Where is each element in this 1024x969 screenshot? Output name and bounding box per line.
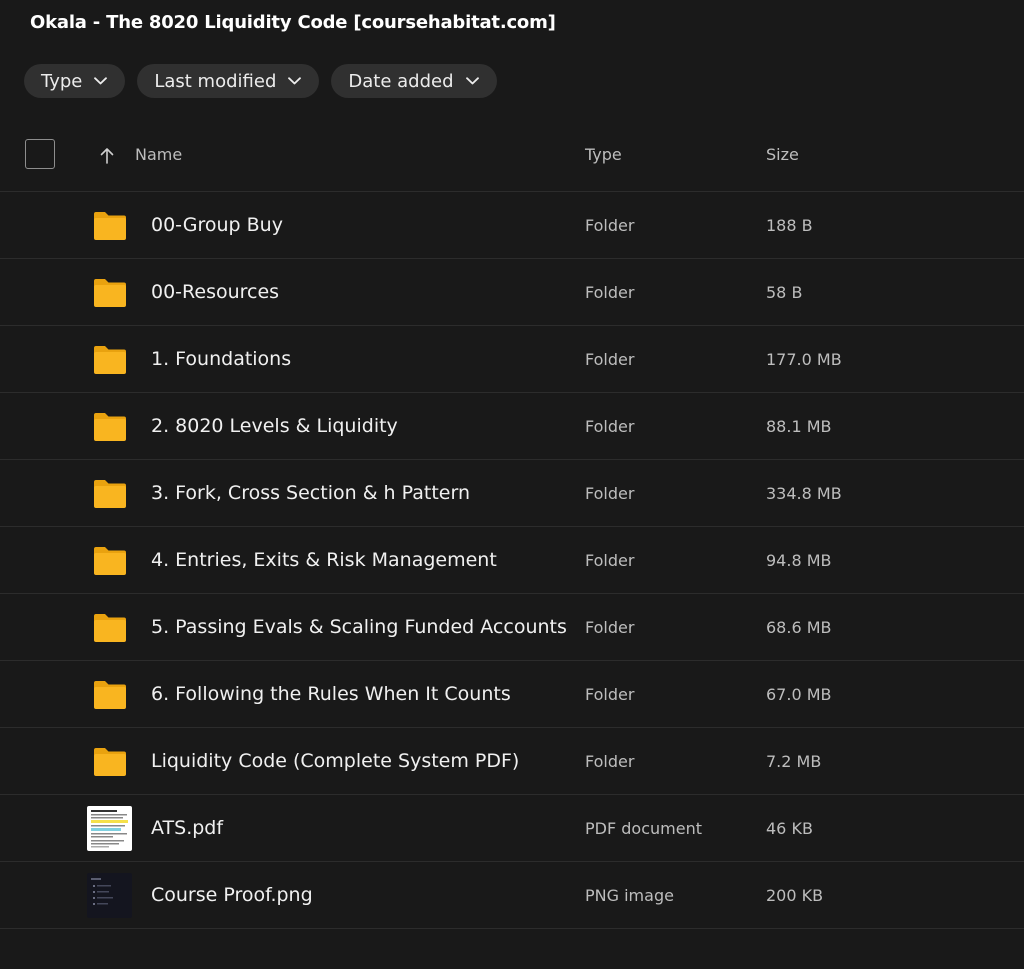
file-name: 4. Entries, Exits & Risk Management [151, 549, 497, 571]
file-row[interactable]: 00-Resources Folder 58 B [0, 259, 1024, 326]
png-thumbnail-icon [87, 873, 132, 918]
folder-icon [94, 413, 126, 441]
file-size: 94.8 MB [766, 551, 832, 570]
file-row[interactable]: 2. 8020 Levels & Liquidity Folder 88.1 M… [0, 393, 1024, 460]
last-modified-filter-button[interactable]: Last modified [137, 64, 320, 98]
file-type: Folder [585, 350, 635, 369]
file-name: 00-Resources [151, 281, 280, 303]
file-list: 00-Group Buy Folder 188 B 00-Resources F… [0, 192, 1024, 929]
file-row[interactable]: 3. Fork, Cross Section & h Pattern Folde… [0, 460, 1024, 527]
file-name: 00-Group Buy [151, 214, 283, 236]
file-name: 5. Passing Evals & Scaling Funded Accoun… [151, 616, 567, 638]
file-size: 334.8 MB [766, 484, 842, 503]
chevron-down-icon [465, 77, 479, 85]
last-modified-filter-label: Last modified [154, 70, 277, 92]
sort-ascending-arrow-icon[interactable] [99, 147, 115, 164]
file-name: 3. Fork, Cross Section & h Pattern [151, 482, 470, 504]
file-row[interactable]: ATS.pdf PDF document 46 KB [0, 795, 1024, 862]
size-column-header[interactable]: Size [766, 145, 799, 164]
file-row[interactable]: 5. Passing Evals & Scaling Funded Accoun… [0, 594, 1024, 661]
pdf-thumbnail-icon [87, 806, 132, 851]
name-column-header[interactable]: Name [135, 145, 182, 164]
file-type: Folder [585, 685, 635, 704]
file-size: 68.6 MB [766, 618, 832, 637]
type-filter-label: Type [41, 70, 83, 92]
file-size: 58 B [766, 283, 803, 302]
folder-icon [94, 614, 126, 642]
file-size: 7.2 MB [766, 752, 822, 771]
date-added-filter-label: Date added [348, 70, 454, 92]
filter-bar: Type Last modified Date added [24, 64, 497, 98]
file-row[interactable]: 1. Foundations Folder 177.0 MB [0, 326, 1024, 393]
chevron-down-icon [288, 77, 302, 85]
file-type: Folder [585, 417, 635, 436]
file-type: PNG image [585, 886, 674, 905]
file-browser: Okala - The 8020 Liquidity Code [courseh… [0, 0, 1024, 969]
file-name: 1. Foundations [151, 348, 292, 370]
file-size: 67.0 MB [766, 685, 832, 704]
file-row[interactable]: 4. Entries, Exits & Risk Management Fold… [0, 527, 1024, 594]
folder-icon [94, 547, 126, 575]
file-size: 188 B [766, 216, 813, 235]
file-type: Folder [585, 484, 635, 503]
folder-icon [94, 748, 126, 776]
file-name: Liquidity Code (Complete System PDF) [151, 750, 520, 772]
page-title: Okala - The 8020 Liquidity Code [courseh… [30, 12, 556, 33]
folder-icon [94, 212, 126, 240]
file-name: Course Proof.png [151, 884, 313, 906]
file-size: 88.1 MB [766, 417, 832, 436]
chevron-down-icon [94, 77, 108, 85]
file-size: 177.0 MB [766, 350, 842, 369]
select-all-checkbox[interactable] [25, 139, 55, 169]
file-row[interactable]: Liquidity Code (Complete System PDF) Fol… [0, 728, 1024, 795]
file-name: 6. Following the Rules When It Counts [151, 683, 511, 705]
file-type: Folder [585, 752, 635, 771]
folder-icon [94, 480, 126, 508]
folder-icon [94, 681, 126, 709]
file-type: Folder [585, 551, 635, 570]
file-type: Folder [585, 283, 635, 302]
folder-icon [94, 279, 126, 307]
file-type: PDF document [585, 819, 702, 838]
date-added-filter-button[interactable]: Date added [331, 64, 497, 98]
type-filter-button[interactable]: Type [24, 64, 126, 98]
file-row[interactable]: Course Proof.png PNG image 200 KB [0, 862, 1024, 929]
file-row[interactable]: 00-Group Buy Folder 188 B [0, 192, 1024, 259]
file-name: ATS.pdf [151, 817, 224, 839]
folder-icon [94, 346, 126, 374]
file-name: 2. 8020 Levels & Liquidity [151, 415, 398, 437]
type-column-header[interactable]: Type [585, 145, 622, 164]
file-size: 46 KB [766, 819, 813, 838]
file-type: Folder [585, 216, 635, 235]
file-type: Folder [585, 618, 635, 637]
file-size: 200 KB [766, 886, 824, 905]
file-row[interactable]: 6. Following the Rules When It Counts Fo… [0, 661, 1024, 728]
table-header: Name Type Size [0, 124, 1024, 192]
